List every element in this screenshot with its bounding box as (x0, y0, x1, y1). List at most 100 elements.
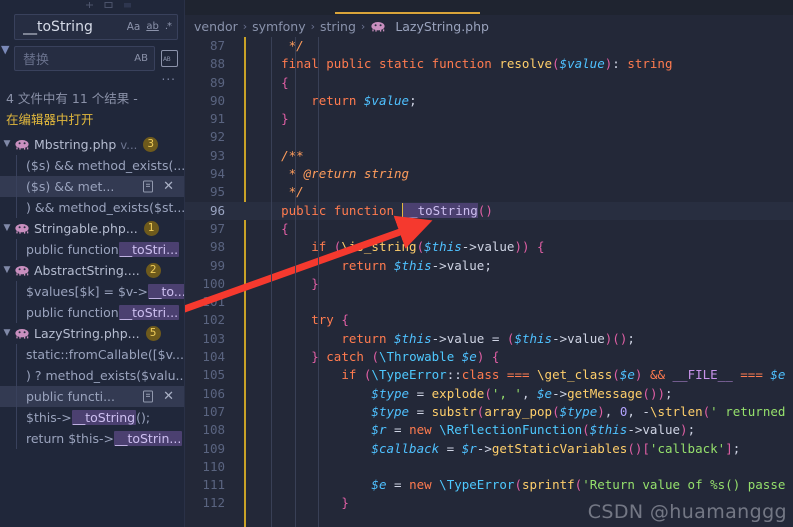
code-line[interactable]: 107 $type = substr(array_pop($type), 0, … (185, 403, 793, 421)
code-token: ( (582, 422, 590, 438)
search-result-match[interactable]: ) ? method_exists($valu... (0, 365, 184, 386)
code-line[interactable]: 103 return $this->value = ($this->value)… (185, 330, 793, 348)
code-token: { (341, 312, 349, 328)
preserve-case-icon[interactable]: AB (134, 53, 148, 64)
code-line[interactable]: 96 public function __toString() (185, 201, 793, 220)
line-number: 99 (209, 257, 225, 273)
code-line[interactable]: 98 if (\is_string($this->value)) { (185, 238, 793, 256)
code-line[interactable]: 99 return $this->value; (185, 257, 793, 275)
regex-icon[interactable]: .* (165, 22, 172, 32)
code-token: ->value (627, 422, 681, 438)
code-line[interactable]: 102 try { (185, 311, 793, 329)
search-result-match[interactable]: public function __toStri... (0, 302, 184, 323)
search-result-file[interactable]: ▼ Stringable.php... 1 (0, 218, 184, 239)
search-result-match[interactable]: static::fromCallable([$v... (0, 344, 184, 365)
open-in-editor-link[interactable]: 在编辑器中打开 (0, 107, 94, 132)
search-result-match[interactable]: $this-> __toString (); (0, 407, 184, 428)
search-result-match[interactable]: public functi... ✕ (0, 386, 184, 407)
chevron-down-icon[interactable]: ▼ (0, 224, 14, 233)
match-case-icon[interactable]: Aa (127, 22, 141, 33)
code-line-text: if (\TypeError::class === \get_class($e)… (251, 366, 785, 384)
breadcrumb-item-file[interactable]: LazyString.php (395, 19, 489, 34)
replace-input[interactable]: 替换 AB (14, 46, 155, 71)
php-elephant-icon (14, 223, 30, 235)
search-result-file[interactable]: ▼ Mbstring.php v... 3 (0, 134, 184, 155)
more-options-icon[interactable]: ... (0, 70, 184, 84)
code-line[interactable]: 106 $type = explode(', ', $e->getMessage… (185, 385, 793, 403)
breadcrumb-item-symfony[interactable]: symfony (252, 19, 305, 34)
watermark: CSDN @huamanggg (587, 501, 787, 523)
tree-guide-line (16, 365, 17, 386)
search-result-match[interactable]: ) && method_exists($st... (0, 197, 184, 218)
chevron-down-icon[interactable]: ▼ (0, 329, 14, 338)
code-line[interactable]: 100 } (185, 275, 793, 293)
code-line[interactable]: 89 { (185, 74, 793, 92)
code-token: \TypeError (439, 477, 515, 493)
replace-all-icon[interactable] (161, 50, 178, 67)
code-line[interactable]: 104 } catch (\Throwable $e) { (185, 348, 793, 366)
code-line-text: } (251, 494, 349, 512)
indent-guide (271, 37, 272, 527)
code-token: __FILE__ (672, 367, 733, 383)
chevron-down-icon[interactable]: ▼ (0, 140, 14, 149)
search-result-match[interactable]: $values[$k] = $v-> __to... (0, 281, 184, 302)
code-token: \is_string (341, 239, 417, 255)
breadcrumb-item-string[interactable]: string (320, 19, 356, 34)
words-icon[interactable]: ab (146, 22, 158, 32)
pin-icon[interactable] (85, 1, 94, 9)
search-result-match[interactable]: public function __toStri... (0, 239, 184, 260)
search-result-file[interactable]: ▼ LazyString.php... 5 (0, 323, 184, 344)
code-line[interactable]: 108 $r = new \ReflectionFunction($this->… (185, 421, 793, 439)
code-line[interactable]: 105 if (\TypeError::class === \get_class… (185, 366, 793, 384)
code-line[interactable]: 97 { (185, 220, 793, 238)
settings-icon[interactable] (104, 1, 113, 9)
minimize-icon[interactable] (123, 1, 132, 9)
code-line[interactable]: 111 $e = new \TypeError(sprintf('Return … (185, 476, 793, 494)
close-icon[interactable]: ✕ (163, 180, 174, 193)
match-count-badge: 5 (145, 326, 161, 341)
code-token: ->value = (431, 330, 507, 346)
chevron-down-icon[interactable]: ▼ (0, 266, 14, 275)
code-token: ( (514, 477, 522, 493)
code-line[interactable]: 90 return $value; (185, 92, 793, 110)
code-area[interactable]: 87 */88 final public static function res… (185, 37, 793, 527)
search-input[interactable]: __toString Aa ab .* (14, 14, 178, 40)
code-line[interactable]: 93 /** (185, 147, 793, 165)
search-result-match[interactable]: ($s) && met... ✕ (0, 176, 184, 197)
code-line[interactable]: 109 $callback = $r->getStaticVariables()… (185, 440, 793, 458)
code-line[interactable]: 88 final public static function resolve(… (185, 55, 793, 73)
code-token: } (281, 111, 289, 127)
code-token: ->value; (431, 257, 492, 273)
row-actions: ✕ (142, 390, 184, 403)
match-highlight: __toStri... (118, 242, 180, 257)
collapse-chevron-icon[interactable]: ▼ (1, 44, 9, 55)
code-line[interactable]: 95 */ (185, 183, 793, 201)
open-file-icon[interactable] (142, 180, 154, 193)
line-number: 101 (202, 294, 225, 310)
code-line[interactable]: 91 } (185, 110, 793, 128)
breadcrumb-item-vendor[interactable]: vendor (194, 19, 238, 34)
code-line[interactable]: 92 (185, 128, 793, 146)
code-token: \Throwable (378, 349, 455, 365)
open-file-icon[interactable] (142, 390, 154, 403)
line-number: 109 (202, 440, 225, 456)
match-highlight: __to... (147, 284, 184, 299)
search-result-match[interactable]: return $this-> __toStrin... (0, 428, 184, 449)
code-line[interactable]: 101 (185, 293, 793, 311)
code-token: , (604, 403, 620, 419)
code-line[interactable]: 110 (185, 458, 793, 476)
search-result-file[interactable]: ▼ AbstractString.... 2 (0, 260, 184, 281)
code-token: __toString (401, 202, 478, 218)
ide-window: ▼ __toString Aa ab .* 替换 AB ... 4 文件中有 1… (0, 0, 793, 527)
code-token: $r (461, 440, 477, 456)
code-line[interactable]: 94 * @return string (185, 165, 793, 183)
code-token: ; (732, 440, 741, 456)
line-number: 96 (209, 202, 225, 218)
match-text-pre: ($s) && method_exists(... (26, 158, 184, 173)
code-token: array_pop (484, 403, 553, 419)
close-icon[interactable]: ✕ (163, 390, 174, 403)
code-line-text: $type = explode(', ', $e->getMessage()); (251, 385, 672, 403)
code-content[interactable]: 87 */88 final public static function res… (185, 37, 793, 527)
search-result-match[interactable]: ($s) && method_exists(... (0, 155, 184, 176)
code-line[interactable]: 87 */ (185, 37, 793, 55)
